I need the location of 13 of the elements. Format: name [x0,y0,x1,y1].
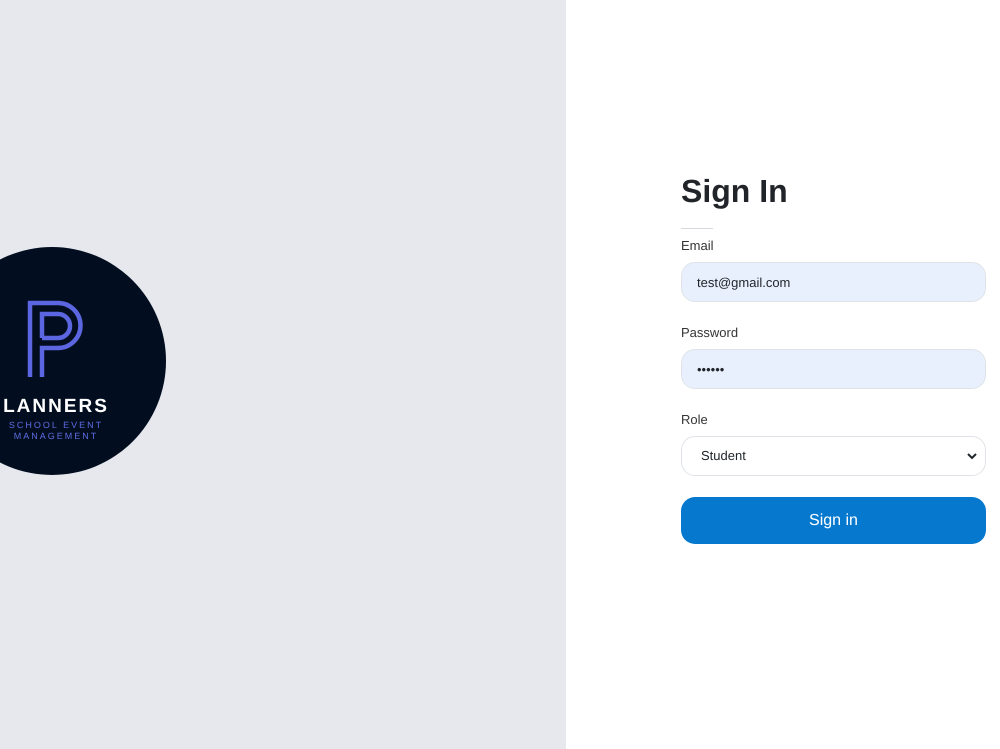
logo-tagline: SCHOOL EVENT [8,420,104,431]
logo-tagline: MANAGEMENT [14,431,98,442]
input-field[interactable]: test@gmail.com [681,262,986,302]
form-title: Sign In [681,172,789,210]
field-label: Password [681,325,740,341]
role-select[interactable]: Student [681,436,986,476]
sign-in-button[interactable]: Sign in [681,497,986,544]
field-label: Role [681,412,709,428]
p-monogram-icon [27,300,85,377]
password-field[interactable]: •••••• [681,349,986,389]
field-label: Email [681,238,715,254]
chevron-down-icon [967,452,977,460]
logo-wordmark: LANNERS [3,397,109,417]
